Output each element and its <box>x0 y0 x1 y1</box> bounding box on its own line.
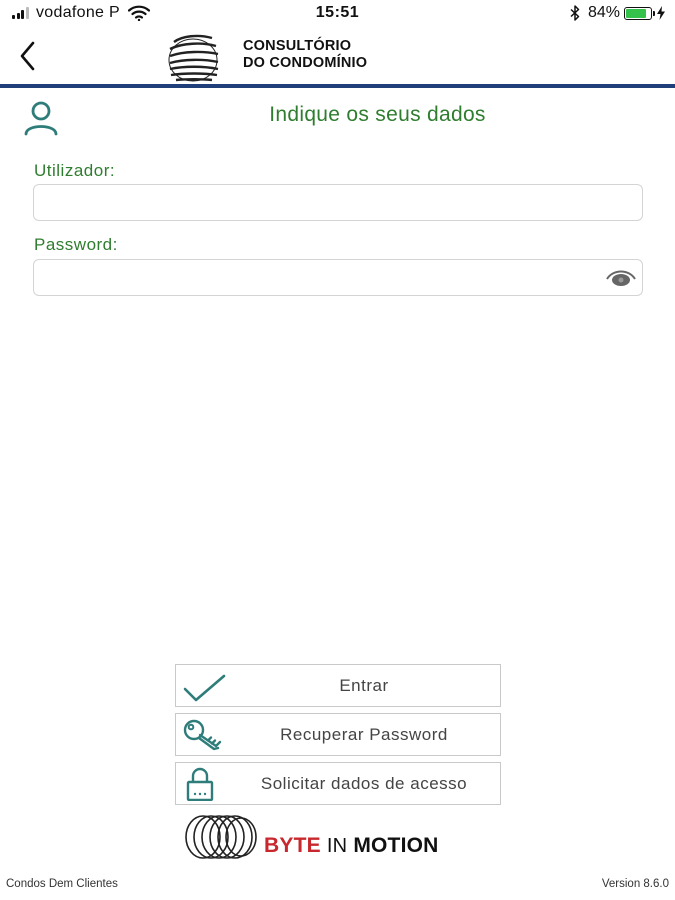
back-button[interactable] <box>10 38 46 74</box>
version-label: Version 8.6.0 <box>601 878 669 890</box>
battery-icon <box>624 6 655 20</box>
brand-name: CONSULTÓRIO DO CONDOMÍNIO <box>243 38 367 72</box>
password-input[interactable] <box>33 259 643 296</box>
username-label: Utilizador: <box>34 161 116 180</box>
request-access-label: Solicitar dados de acesso <box>260 773 468 793</box>
enter-button[interactable]: Entrar <box>175 664 501 707</box>
brand-line1: CONSULTÓRIO <box>243 38 352 54</box>
chevron-left-icon <box>20 41 35 71</box>
recover-password-label: Recuperar Password <box>280 724 448 744</box>
byte-in-motion-wordmark: BYTE IN MOTION <box>264 834 439 858</box>
page-title: Indique os seus dados <box>269 103 486 126</box>
brand-in: IN <box>326 835 348 857</box>
battery-fill <box>626 8 647 18</box>
brand-byte: BYTE <box>264 834 321 857</box>
request-access-button[interactable]: Solicitar dados de acesso <box>175 762 501 805</box>
byte-in-motion-logo <box>185 815 257 859</box>
brand-motion: MOTION <box>353 834 439 857</box>
key-icon <box>183 719 222 751</box>
checkmark-icon <box>183 674 226 702</box>
recover-password-button[interactable]: Recuperar Password <box>175 713 501 756</box>
app-header: CONSULTÓRIO DO CONDOMÍNIO <box>0 28 675 88</box>
lock-icon <box>186 767 214 801</box>
charging-icon <box>657 6 665 20</box>
brand-line2: DO CONDOMÍNIO <box>243 55 368 71</box>
bluetooth-icon <box>570 5 580 21</box>
status-right: 84% <box>570 4 665 22</box>
password-label: Password: <box>34 235 118 254</box>
eye-icon[interactable] <box>605 268 637 288</box>
condominio-logo <box>168 34 219 82</box>
battery-percent: 84% <box>587 4 620 21</box>
enter-label: Entrar <box>339 675 389 695</box>
username-input[interactable] <box>33 184 643 221</box>
footer-app-name: Condos Dem Clientes <box>6 878 118 890</box>
status-bar: vodafone P 15:51 84% <box>0 0 675 28</box>
